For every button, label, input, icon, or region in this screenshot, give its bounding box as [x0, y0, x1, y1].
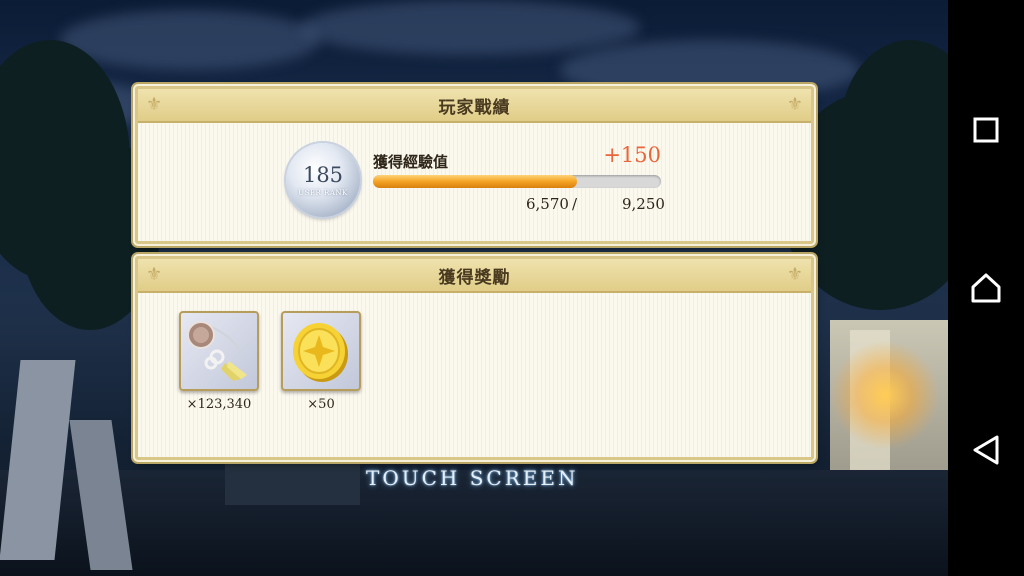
user-rank-value: 185: [302, 163, 344, 187]
panel-body: ×123,340 ×50: [138, 293, 811, 457]
panel-title: 獲得獎勵: [438, 267, 511, 288]
reward-item[interactable]: ×123,340: [179, 311, 259, 412]
recents-button[interactable]: [966, 110, 1006, 150]
user-rank-caption: USER RANK: [298, 189, 348, 197]
player-stats-panel: ⚜ 玩家戰績 ⚜ 185 USER RANK 獲得經驗值 +150 6,570 …: [135, 86, 814, 244]
home-button[interactable]: [966, 268, 1006, 308]
exp-separator: /: [572, 195, 578, 213]
back-triangle-icon: [973, 435, 999, 465]
fleur-de-lis-icon: ⚜: [146, 264, 163, 285]
mana-prism-charm-icon: [179, 311, 259, 391]
exp-max-value: 9,250: [622, 195, 665, 213]
exp-gain-value: +150: [603, 143, 661, 167]
panel-body: 185 USER RANK 獲得經驗值 +150 6,570 / 9,250: [138, 123, 811, 241]
exp-current-value: 6,570: [526, 195, 569, 213]
square-recents-icon: [973, 117, 999, 143]
exp-label: 獲得經驗值: [373, 153, 449, 171]
fleur-de-lis-icon: ⚜: [786, 94, 803, 115]
navigation-bar: [948, 0, 1024, 576]
panel-header: ⚜ 獲得獎勵 ⚜: [138, 259, 811, 293]
reward-item[interactable]: ×50: [281, 311, 361, 412]
fleur-de-lis-icon: ⚜: [146, 94, 163, 115]
exp-progress-fill: [373, 175, 578, 188]
fleur-de-lis-icon: ⚜: [786, 264, 803, 285]
reward-quantity: ×50: [307, 397, 335, 412]
back-button[interactable]: [966, 430, 1006, 470]
panel-header: ⚜ 玩家戰績 ⚜: [138, 89, 811, 123]
exp-progress-bar: [373, 175, 661, 188]
touch-screen-prompt[interactable]: TOUCH SCREEN: [366, 466, 586, 490]
reward-quantity: ×123,340: [186, 397, 252, 412]
rewards-panel: ⚜ 獲得獎勵 ⚜ ×123,340 ×50: [135, 256, 814, 460]
gold-star-coin-icon: [281, 311, 361, 391]
panel-title: 玩家戰績: [438, 97, 511, 118]
user-rank-medal: 185 USER RANK: [286, 143, 360, 217]
home-icon: [971, 273, 1001, 303]
